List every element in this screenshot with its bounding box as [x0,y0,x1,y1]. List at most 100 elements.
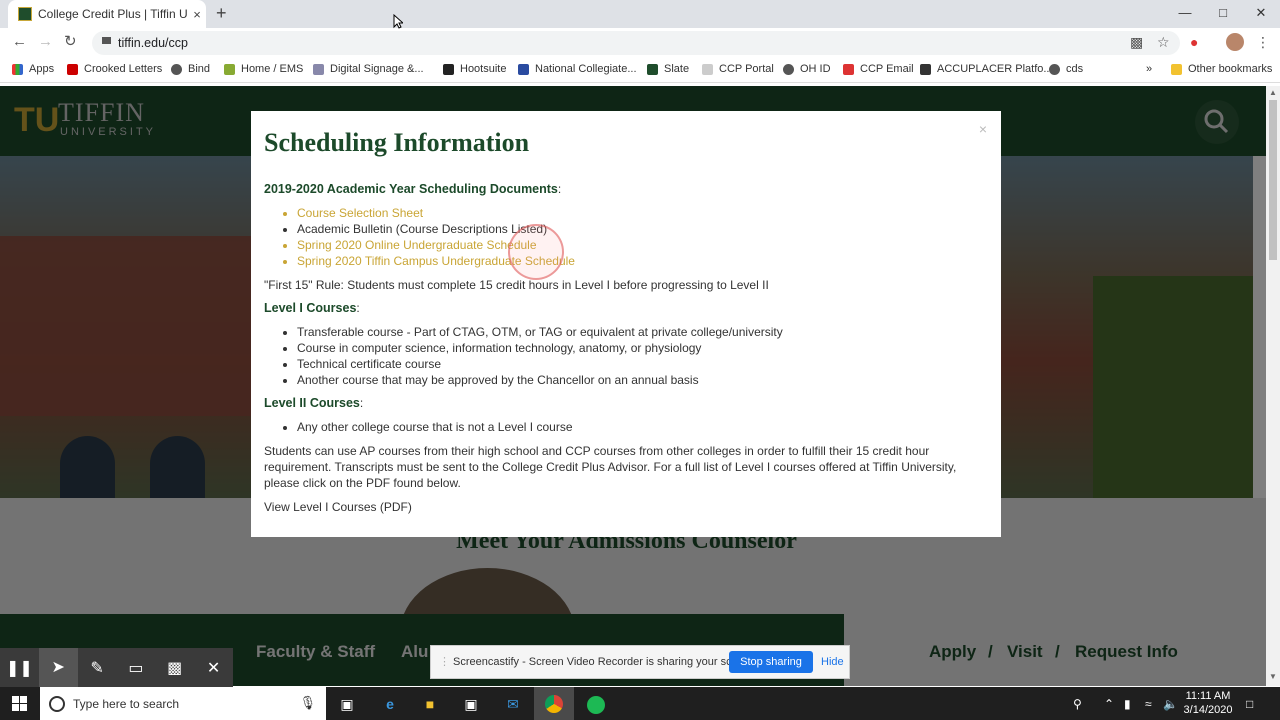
profile-avatar[interactable] [1226,33,1244,51]
section-heading-scheduling-docs: 2019-2020 Academic Year Scheduling Docum… [264,182,558,196]
camera-icon[interactable]: ▩ [1130,34,1143,50]
scheduling-documents-list: Course Selection Sheet Academic Bulletin… [264,205,988,269]
clock-time: 11:11 AM [1185,690,1231,702]
microphone-icon[interactable]: 🎙 [299,695,316,711]
level-1-heading: Level I Courses [264,301,357,315]
screencastify-toolbar: ❚❚ ➤ ✎ ▭ ▩ ✕ [0,648,233,688]
course-selection-sheet-link[interactable]: Course Selection Sheet [297,205,988,221]
eraser-icon[interactable]: ▭ [116,658,155,678]
ncaa-icon [518,63,529,75]
globe-icon [171,63,182,75]
spotify-icon[interactable] [585,693,607,715]
bookmark-accuplacer[interactable]: ACCUPLACER Platfo... [920,63,1053,75]
list-item: Transferable course - Part of CTAG, OTM,… [297,324,988,340]
hide-button[interactable]: Hide [821,656,844,668]
folder-icon [1171,63,1182,75]
tiffin-favicon-icon [18,7,32,21]
windows-taskbar: Type here to search 🎙 ▣ e ■ ▣ ✉ ⚲ ⌃ ▮ ≈ … [0,687,1280,720]
taskbar-search-box[interactable]: Type here to search 🎙 [40,687,326,720]
notifications-icon[interactable]: □ [1246,697,1253,711]
bookmark-digital-signage[interactable]: Digital Signage &... [313,63,424,75]
level-1-list: Transferable course - Part of CTAG, OTM,… [264,324,988,388]
back-arrow-icon[interactable]: ← [12,34,27,50]
spring-campus-schedule-link[interactable]: Spring 2020 Tiffin Campus Undergraduate … [297,253,988,269]
bookmark-oh-id[interactable]: OH ID [783,63,831,75]
screencastify-extension-icon[interactable]: ● [1190,34,1198,50]
tab-title: College Credit Plus | Tiffin Univer [38,7,188,21]
pause-icon[interactable]: ❚❚ [0,658,39,678]
windows-start-icon[interactable] [12,696,28,712]
globe-icon [783,63,794,75]
file-explorer-icon[interactable]: ■ [419,693,441,715]
bookmark-star-icon[interactable]: ☆ [1157,34,1170,50]
view-level-1-pdf-link[interactable]: View Level I Courses (PDF) [264,499,988,515]
bookmark-bind[interactable]: Bind [171,63,210,75]
scrollbar-thumb[interactable] [1269,100,1277,260]
apps-grid-icon [12,63,23,75]
bookmark-cds[interactable]: cds [1049,63,1083,75]
bookmark-national-collegiate[interactable]: National Collegiate... [518,63,637,75]
bookmark-apps[interactable]: Apps [12,63,54,75]
bookmark-ccp-portal[interactable]: CCP Portal [702,63,774,75]
scroll-down-icon[interactable]: ▼ [1269,672,1277,681]
forward-arrow-icon[interactable]: → [38,34,53,50]
ems-icon [224,63,235,75]
edge-icon[interactable]: e [379,693,401,715]
chrome-icon[interactable] [534,687,574,720]
bookmarks-bar: Apps Crooked Letters Bind Home / EMS Dig… [0,58,1280,83]
pen-icon[interactable]: ✎ [78,658,117,678]
bookmark-slate[interactable]: Slate [647,63,689,75]
list-item: Course in computer science, information … [297,340,988,356]
page-scrollbar[interactable]: ▲ ▼ [1266,86,1280,686]
bookmark-hootsuite[interactable]: Hootsuite [443,63,506,75]
slate-icon [647,63,658,75]
list-item: Another course that may be approved by t… [297,372,988,388]
cursor-tool-icon[interactable]: ➤ [38,648,78,688]
battery-icon[interactable]: ▮ [1124,697,1131,711]
scroll-up-icon[interactable]: ▲ [1269,88,1277,97]
tab-close-icon[interactable]: × [188,7,206,22]
lock-icon [102,37,111,44]
address-bar[interactable]: tiffin.edu/ccp [92,31,1180,55]
tray-chevron-up-icon[interactable]: ⌃ [1104,697,1114,711]
volume-icon[interactable]: 🔈 [1163,697,1178,711]
academic-bulletin-item: Academic Bulletin (Course Descriptions L… [297,221,988,237]
portal-icon [702,63,713,75]
browser-tab[interactable]: College Credit Plus | Tiffin Univer × [8,0,206,28]
window-close-icon[interactable]: ✕ [1242,0,1280,28]
stop-sharing-button[interactable]: Stop sharing [729,651,813,673]
shield-icon [920,63,931,75]
level-2-heading: Level II Courses [264,396,360,410]
close-icon[interactable]: ✕ [194,658,233,678]
wifi-icon[interactable]: ≈ [1145,697,1152,711]
maximize-icon[interactable]: □ [1204,0,1242,28]
task-view-icon[interactable]: ▣ [336,693,358,715]
drag-handle-icon[interactable]: ⋮ [439,655,450,668]
reload-icon[interactable]: ↻ [64,34,77,50]
bookmark-ccp-email[interactable]: CCP Email [843,63,914,75]
list-item: Technical certificate course [297,356,988,372]
bookmarks-overflow-icon[interactable]: » [1146,63,1152,75]
browser-toolbar: ← → ↻ tiffin.edu/ccp ▩ ☆ ● ⋮ [0,28,1280,58]
bookmark-home-ems[interactable]: Home / EMS [224,63,303,75]
level-2-list: Any other college course that is not a L… [264,419,988,435]
new-tab-button[interactable]: + [216,4,227,22]
bookmark-other-bookmarks[interactable]: Other bookmarks [1171,63,1272,75]
mail-icon[interactable]: ✉ [502,693,524,715]
webcam-icon[interactable]: ▩ [155,658,194,678]
transfer-paragraph: Students can use AP courses from their h… [264,444,957,490]
hootsuite-icon [443,63,454,75]
bookmark-crooked-letters[interactable]: Crooked Letters [67,63,162,75]
cortana-icon [49,696,65,712]
minimize-icon[interactable]: — [1166,0,1204,28]
clock-date: 3/14/2020 [1183,704,1233,716]
list-item: Any other college course that is not a L… [297,419,988,435]
store-icon[interactable]: ▣ [460,693,482,715]
modal-close-icon[interactable]: × [979,121,987,137]
modal-title: Scheduling Information [264,128,530,157]
taskbar-clock[interactable]: 11:11 AM 3/14/2020 [1182,689,1234,717]
people-icon[interactable]: ⚲ [1073,697,1082,711]
menu-kebab-icon[interactable]: ⋮ [1256,34,1270,50]
spring-online-schedule-link[interactable]: Spring 2020 Online Undergraduate Schedul… [297,237,988,253]
browser-tab-bar: College Credit Plus | Tiffin Univer × + … [0,0,1280,28]
